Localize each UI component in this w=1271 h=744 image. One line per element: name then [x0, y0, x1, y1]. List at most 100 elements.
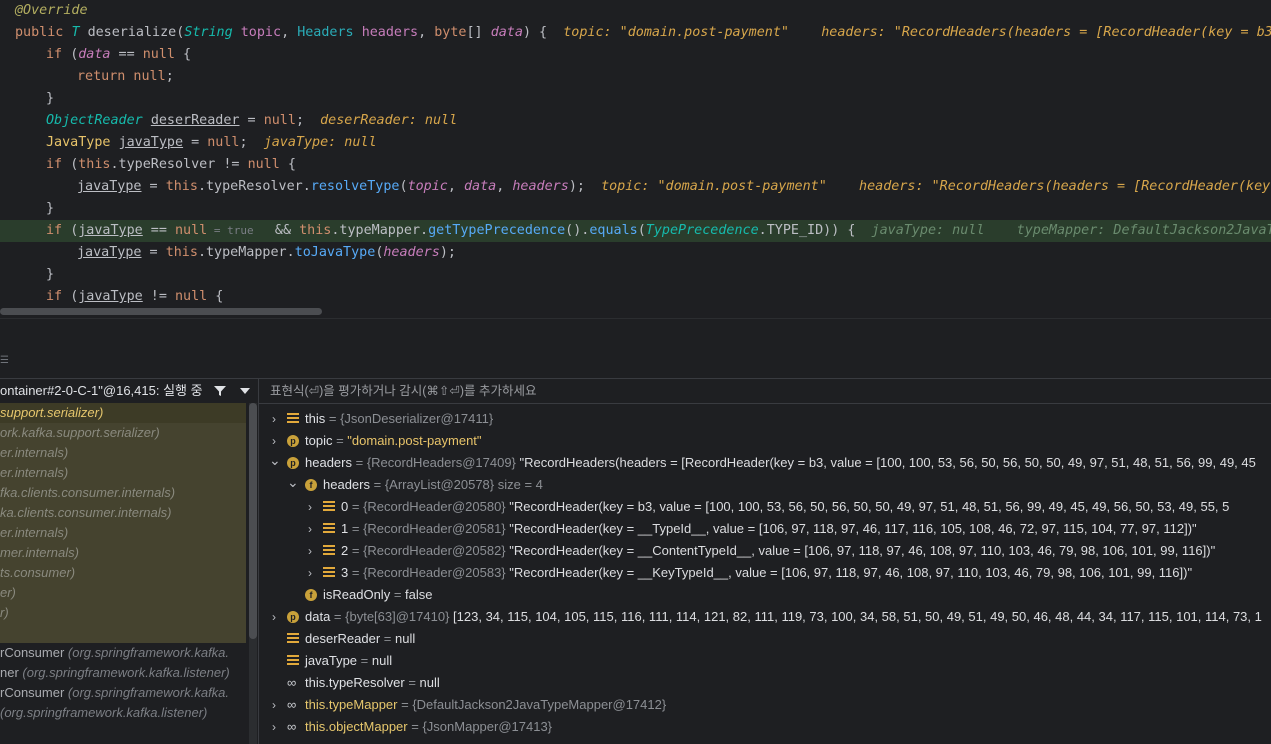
code-token: .typeResolver.	[197, 179, 311, 194]
code-line[interactable]: @Override	[0, 0, 1271, 22]
stack-frame[interactable]: er.internals)	[0, 523, 246, 543]
variable-row[interactable]: › 2 = {RecordHeader@20582} "RecordHeader(…	[259, 540, 1271, 562]
code-token: null	[247, 157, 280, 172]
variable-row[interactable]: f isReadOnly = false	[259, 584, 1271, 606]
chevron-down-icon[interactable]	[240, 388, 250, 394]
stack-frame-method: er.internals)	[0, 465, 69, 480]
stack-frame[interactable]: er.internals)	[0, 443, 246, 463]
chevron-right-icon[interactable]: ›	[305, 540, 315, 562]
variable-row[interactable]: javaType = null	[259, 650, 1271, 672]
chevron-right-icon[interactable]: ›	[305, 518, 315, 540]
code-line[interactable]: }	[0, 88, 1271, 110]
code-line[interactable]: JavaType javaType = null; javaType: null	[0, 132, 1271, 154]
stack-frame[interactable]: (org.springframework.kafka.listener)	[0, 703, 246, 723]
stack-frame[interactable]: ork.kafka.support.serializer)	[0, 423, 246, 443]
variable-row[interactable]: › 1 = {RecordHeader@20581} "RecordHeader(…	[259, 518, 1271, 540]
chevron-right-icon[interactable]: ›	[269, 430, 279, 452]
variable-name: deserReader	[305, 631, 381, 646]
field-icon: f	[305, 479, 317, 491]
stack-frame[interactable]: ka.clients.consumer.internals)	[0, 503, 246, 523]
variable-text: 0 = {RecordHeader@20580} "RecordHeader(k…	[341, 499, 1230, 514]
variable-row[interactable]: › 0 = {RecordHeader@20580} "RecordHeader(…	[259, 496, 1271, 518]
chevron-right-icon[interactable]: ›	[269, 716, 279, 738]
code-line[interactable]: if (javaType != null {	[0, 286, 1271, 308]
filter-icon[interactable]	[214, 385, 226, 397]
code-line[interactable]: ObjectReader deserReader = null; deserRe…	[0, 110, 1271, 132]
chevron-right-icon[interactable]: ›	[269, 606, 279, 628]
code-editor[interactable]: @Override public T deserialize(String top…	[0, 0, 1271, 320]
variable-text: this = {JsonDeserializer@17411}	[305, 411, 494, 426]
variable-row[interactable]: ⌄ f headers = {ArrayList@20578} size = 4	[259, 474, 1271, 496]
editor-horizontal-scrollbar[interactable]	[0, 308, 322, 315]
code-token: String	[184, 25, 241, 40]
variable-row[interactable]: › p data = {byte[63]@17410} [123, 34, 115,…	[259, 606, 1271, 628]
code-line[interactable]: public T deserialize(String topic, Heade…	[0, 22, 1271, 44]
variable-row[interactable]: ⌄ p headers = {RecordHeaders@17409} "Recor…	[259, 452, 1271, 474]
stack-frame[interactable]: rConsumer (org.springframework.kafka.	[0, 643, 246, 663]
variable-text: topic = "domain.post-payment"	[305, 433, 482, 448]
code-token: []	[466, 25, 491, 40]
variable-row[interactable]: › this = {JsonDeserializer@17411}	[259, 408, 1271, 430]
code-line[interactable]: if (this.typeResolver != null {	[0, 154, 1271, 176]
chevron-down-icon[interactable]: ⌄	[269, 452, 281, 474]
variable-row[interactable]: › 3 = {RecordHeader@20583} "RecordHeader(…	[259, 562, 1271, 584]
chevron-right-icon[interactable]: ›	[269, 694, 279, 716]
code-token: .typeMapper.	[331, 223, 429, 238]
stack-frame[interactable]: ner (org.springframework.kafka.listener)	[0, 663, 246, 683]
variable-ref: {RecordHeader@20583}	[363, 565, 510, 580]
code-line[interactable]: }	[0, 264, 1271, 286]
stack-frame[interactable]: rConsumer (org.springframework.kafka.	[0, 683, 246, 703]
code-line[interactable]: return null;	[0, 66, 1271, 88]
variable-text: headers = {ArrayList@20578} size = 4	[323, 477, 543, 492]
chevron-right-icon[interactable]: ›	[269, 408, 279, 430]
variable-row[interactable]: › p topic = "domain.post-payment"	[259, 430, 1271, 452]
variable-row[interactable]: deserReader = null	[259, 628, 1271, 650]
variable-icon	[287, 655, 299, 667]
code-token: ;	[165, 69, 174, 84]
stack-frame[interactable]: er)	[0, 583, 246, 603]
variable-row[interactable]: › ∞ this.objectMapper = {JsonMapper@17413}	[259, 716, 1271, 738]
code-token: ().	[565, 223, 590, 238]
evaluate-expression-field[interactable]: 표현식(⏎)을 평가하거나 감시(⌘⇧⏎)를 추가하세요	[259, 379, 1271, 403]
code-token: Headers	[297, 25, 362, 40]
variable-ref: {RecordHeaders@17409}	[366, 455, 520, 470]
thread-selector[interactable]: ontainer#2-0-C-1"@16,415: 실행 중	[0, 379, 258, 403]
variable-value: false	[405, 587, 433, 602]
variable-text: this.objectMapper = {JsonMapper@17413}	[305, 719, 553, 734]
code-token: return null	[77, 69, 166, 84]
code-line[interactable]: javaType = this.typeMapper.toJavaType(he…	[0, 242, 1271, 264]
drag-handle-icon[interactable]: ☰	[0, 356, 9, 368]
code-token: public	[15, 25, 72, 40]
variable-icon	[323, 501, 335, 513]
code-token: topic: "domain.post-payment" headers: "R…	[601, 179, 1271, 194]
stack-frame[interactable]: r)	[0, 603, 246, 623]
code-token: null	[207, 135, 240, 150]
chevron-down-icon[interactable]: ⌄	[287, 474, 299, 496]
variable-value: null	[371, 653, 393, 668]
stack-frame[interactable]: ts.consumer)	[0, 563, 246, 583]
editor-divider	[0, 318, 1271, 319]
stack-frame[interactable]	[0, 623, 246, 643]
code-token: .TYPE_ID)) {	[758, 223, 872, 238]
code-line[interactable]: if (data == null {	[0, 44, 1271, 66]
variable-text: this.typeMapper = {DefaultJackson2JavaTy…	[305, 697, 667, 712]
stack-frame[interactable]: fka.clients.consumer.internals)	[0, 483, 246, 503]
code-token: T	[71, 25, 88, 40]
variable-row[interactable]: › ∞ this.typeMapper = {DefaultJackson2Java…	[259, 694, 1271, 716]
stack-frame-method: support.serializer)	[0, 405, 104, 420]
variable-row[interactable]: ∞ this.typeResolver = null	[259, 672, 1271, 694]
frames-scrollbar[interactable]	[249, 403, 257, 744]
stack-frame[interactable]: er.internals)	[0, 463, 246, 483]
code-line[interactable]: }	[0, 198, 1271, 220]
code-token: if	[46, 223, 71, 238]
stack-frame[interactable]: support.serializer)	[0, 403, 246, 423]
variable-value: "RecordHeader(key = b3, value = [100, 10…	[509, 499, 1230, 514]
code-token: null	[142, 47, 175, 62]
chevron-right-icon[interactable]: ›	[305, 496, 315, 518]
stack-frame[interactable]: mer.internals)	[0, 543, 246, 563]
stack-frame-method: rConsumer	[0, 645, 65, 660]
code-line[interactable]: javaType = this.typeResolver.resolveType…	[0, 176, 1271, 198]
chevron-right-icon[interactable]: ›	[305, 562, 315, 584]
code-line[interactable]: if (javaType == null = true && this.type…	[0, 220, 1271, 242]
variable-value: null	[394, 631, 416, 646]
